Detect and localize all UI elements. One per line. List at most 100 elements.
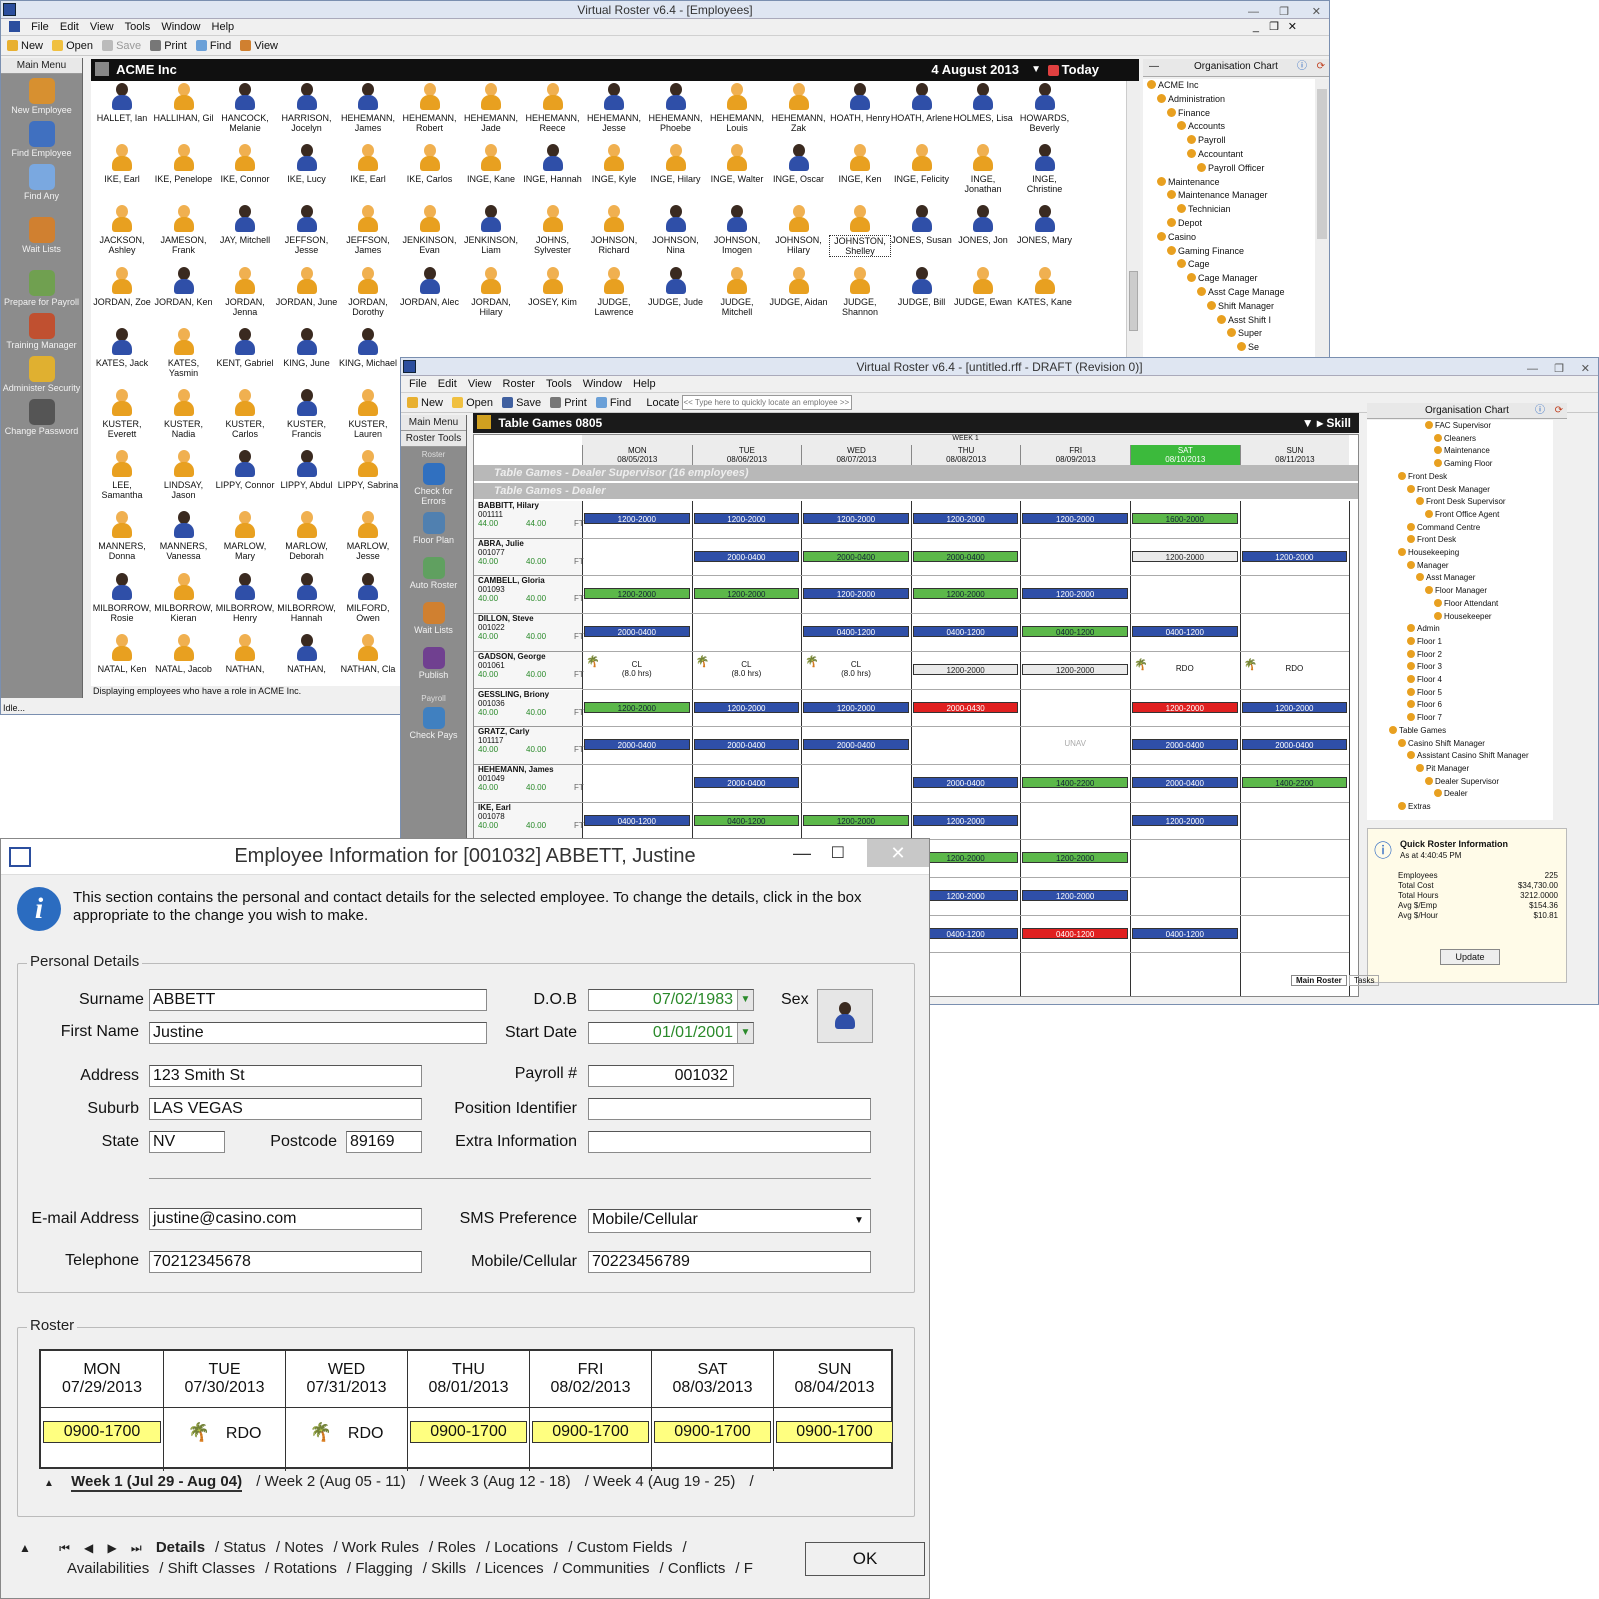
roster-employee-row[interactable]: GESSLING, Briony 001036 40.00 40.00 FT	[474, 689, 584, 728]
position-identifier-field[interactable]	[588, 1098, 871, 1120]
new-employee-button[interactable]: New Employee	[1, 78, 82, 115]
employee-card[interactable]: JENKINSON, Liam	[460, 205, 522, 255]
save-button[interactable]: Save	[102, 40, 141, 52]
mobile-field[interactable]: 70223456789	[588, 1251, 871, 1273]
tab-work-rules[interactable]: Work Rules	[342, 1539, 419, 1556]
employee-card[interactable]: HEHEMANN, Louis	[706, 83, 768, 133]
roster-info-icon[interactable]: ⓘ	[1535, 403, 1545, 419]
roster-org-node[interactable]: Floor 4	[1367, 674, 1553, 687]
employee-card[interactable]: JOHNSON, Hilary	[768, 205, 830, 255]
roster-employee-row[interactable]: IKE, Earl 001078 40.00 40.00 FT	[474, 802, 584, 841]
roster-shift[interactable]: 2000-0400	[693, 550, 800, 562]
roster-rdo-cell[interactable]: 🌴 RDO	[1240, 659, 1350, 673]
roster-shift[interactable]: 2000-0400	[693, 776, 800, 788]
roster-shift[interactable]: 1200-2000	[1022, 663, 1128, 675]
roster-shift-value[interactable]: 0900-1700	[43, 1421, 161, 1443]
employee-card[interactable]: NATAL, Jacob	[153, 633, 215, 674]
employee-card[interactable]: JORDAN, Dorothy	[337, 266, 399, 317]
employee-card[interactable]: KUSTER, Nadia	[153, 389, 215, 439]
org-node[interactable]: Technician	[1143, 203, 1315, 217]
org-chart-scrollbar[interactable]	[1315, 79, 1329, 359]
employee-card[interactable]: JORDAN, Zoe	[91, 266, 153, 307]
employee-card[interactable]: INGE, Kyle	[583, 144, 645, 184]
org-node[interactable]: Asst Shift I	[1143, 314, 1315, 328]
roster-save-button[interactable]: Save	[502, 397, 541, 409]
roster-org-node[interactable]: Dealer Supervisor	[1367, 776, 1553, 789]
wait-lists-button[interactable]: Wait Lists	[1, 217, 82, 254]
employee-card[interactable]: INGE, Felicity	[891, 144, 953, 184]
roster-find-button[interactable]: Find	[595, 397, 631, 409]
employee-card[interactable]: MARLOW, Deborah	[276, 511, 338, 561]
employee-card[interactable]: KENT, Gabriel	[214, 327, 276, 368]
employee-card[interactable]: JEFFSON, James	[337, 205, 399, 255]
roster-menu-edit[interactable]: Edit	[438, 378, 457, 390]
day-header[interactable]: FRI 08/09/2013	[1020, 445, 1130, 465]
roster-org-node[interactable]: Admin	[1367, 623, 1553, 636]
roster-new-button[interactable]: New	[407, 397, 443, 409]
ok-button[interactable]: OK	[805, 1542, 925, 1576]
employee-card[interactable]: INGE, Oscar	[768, 144, 830, 184]
update-button[interactable]: Update	[1440, 949, 1500, 965]
date-dropdown-icon[interactable]: ▼	[1031, 59, 1041, 81]
employee-card[interactable]: KUSTER, Francis	[276, 389, 338, 439]
org-node[interactable]: Asst Cage Manage	[1143, 286, 1315, 300]
employee-card[interactable]: JONES, Jon	[952, 205, 1014, 245]
employee-card[interactable]: JUDGE, Jude	[645, 266, 707, 307]
roster-shift[interactable]: 1200-2000	[693, 701, 800, 713]
org-node[interactable]: Maintenance Manager	[1143, 189, 1315, 203]
employee-card[interactable]: KATES, Jack	[91, 327, 153, 368]
roster-org-node[interactable]: Front Desk Supervisor	[1367, 496, 1553, 509]
employee-card[interactable]: INGE, Kane	[460, 144, 522, 184]
roster-employee-row[interactable]: GADSON, George 001061 40.00 40.00 FT	[474, 651, 584, 690]
employee-card[interactable]: KUSTER, Carlos	[214, 389, 276, 439]
employee-card[interactable]: MILBORROW, Rosie	[91, 572, 153, 623]
employee-card[interactable]: LINDSAY, Jason	[153, 450, 215, 500]
roster-shift[interactable]: 2000-0400	[584, 626, 690, 638]
roster-org-node[interactable]: Floor 7	[1367, 712, 1553, 725]
employee-card[interactable]: HOLMES, Lisa	[952, 83, 1014, 123]
roster-org-node[interactable]: Assistant Casino Shift Manager	[1367, 750, 1553, 763]
employee-card[interactable]: HARRISON, Jocelyn	[276, 83, 338, 133]
employee-card[interactable]: JUDGE, Mitchell	[706, 266, 768, 317]
roster-org-node[interactable]: Asst Manager	[1367, 572, 1553, 585]
employee-card[interactable]: JEFFSON, Jesse	[276, 205, 338, 255]
employee-card[interactable]: JORDAN, Jenna	[214, 266, 276, 317]
mdi-close-icon[interactable]: ✕	[1288, 19, 1297, 36]
tasks-tab[interactable]: Tasks	[1349, 975, 1380, 986]
employee-card[interactable]: HEHEMANN, Zak	[768, 83, 830, 133]
org-chart-tree[interactable]: ACME Inc Administration Finance Accounts Pay…	[1143, 79, 1315, 359]
employee-card[interactable]: HEHEMANN, Reece	[522, 83, 584, 133]
roster-employee-row[interactable]: GRATZ, Carly 101117 40.00 40.00 FT	[474, 727, 584, 765]
print-button[interactable]: Print	[150, 40, 187, 52]
find-employee-button[interactable]: Find Employee	[1, 121, 82, 158]
roster-org-node[interactable]: Extras	[1367, 801, 1553, 814]
find-button[interactable]: Find	[195, 40, 231, 52]
employee-card[interactable]: MANNERS, Donna	[91, 511, 153, 561]
org-node[interactable]: Cage	[1143, 258, 1315, 272]
employee-card[interactable]: MILBORROW, Kieran	[153, 572, 215, 623]
employee-card[interactable]: INGE, Walter	[706, 144, 768, 184]
org-node[interactable]: Casino	[1143, 231, 1315, 245]
employee-card[interactable]: HEHEMANN, Phoebe	[645, 83, 707, 133]
roster-org-node[interactable]: Casino Shift Manager	[1367, 738, 1553, 751]
employee-card[interactable]: HALLET, Ian	[91, 83, 153, 123]
dialog-minimize-icon[interactable]: —	[793, 843, 811, 864]
roster-menu-help[interactable]: Help	[633, 378, 656, 390]
org-node[interactable]: Gaming Finance	[1143, 245, 1315, 259]
roster-shift[interactable]: 1200-2000	[1241, 701, 1348, 713]
roster-shift[interactable]: 1600-2000	[1132, 513, 1238, 524]
employee-card[interactable]: JACKSON, Ashley	[91, 205, 153, 255]
roster-org-node[interactable]: Front Desk Manager	[1367, 484, 1553, 497]
org-node[interactable]: Accounts	[1143, 120, 1315, 134]
roster-leave-cell[interactable]: 🌴 CL (8.0 hrs)	[692, 656, 802, 678]
employee-card[interactable]: JORDAN, June	[276, 266, 338, 307]
skill-dropdown[interactable]: ▼ ▸ Skill	[1302, 413, 1351, 433]
roster-shift[interactable]: 1200-2000	[1022, 588, 1128, 600]
employee-card[interactable]: LIPPY, Abdul	[276, 450, 338, 490]
today-button[interactable]: Today	[1047, 59, 1099, 81]
employee-card[interactable]: MILBORROW, Hannah	[276, 572, 338, 623]
first-tab-icon[interactable]: ⏮	[59, 1541, 70, 1555]
employee-card[interactable]: KUSTER, Everett	[91, 389, 153, 439]
roster-shift[interactable]: 2000-0400	[1241, 739, 1348, 751]
roster-shift[interactable]: 0400-1200	[1022, 927, 1128, 939]
